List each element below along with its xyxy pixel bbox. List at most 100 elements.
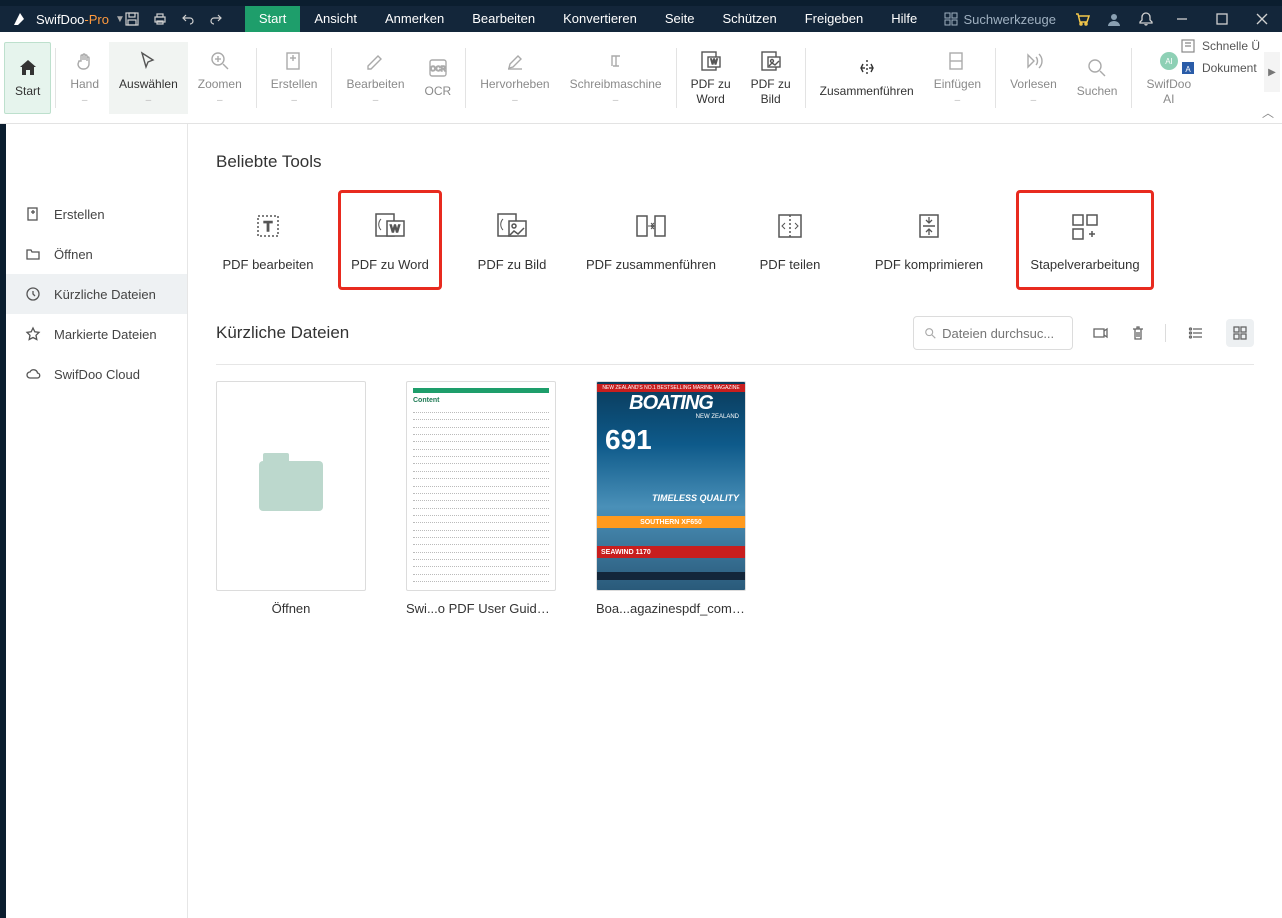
search-icon [1085, 56, 1109, 80]
ribbon-read[interactable]: Vorlesen – [1000, 42, 1067, 114]
menu-schuetzen[interactable]: Schützen [709, 6, 791, 32]
maximize-button[interactable] [1202, 6, 1242, 32]
pdf-image-tool-icon [495, 209, 529, 243]
ribbon-merge[interactable]: Zusammenführen [810, 42, 924, 114]
sidebar-marked[interactable]: Markierte Dateien [6, 314, 187, 354]
ribbon-quick[interactable]: Schnelle Ü [1180, 38, 1260, 54]
pdf-word-tool-icon: W [373, 209, 407, 243]
sidebar-cloud[interactable]: SwifDoo Cloud [6, 354, 187, 394]
print-icon[interactable] [153, 12, 181, 26]
recent-title: Kürzliche Dateien [216, 323, 349, 343]
typewriter-icon [604, 49, 628, 73]
tool-pdf-edit[interactable]: T PDF bearbeiten [216, 190, 320, 290]
search-tools-label: Suchwerkzeuge [964, 12, 1057, 27]
close-button[interactable] [1242, 6, 1282, 32]
menu-bar: Start Ansicht Anmerken Bearbeiten Konver… [245, 6, 931, 32]
clock-icon [24, 285, 42, 303]
tool-pdf-word[interactable]: W PDF zu Word [338, 190, 442, 290]
svg-text:W: W [710, 59, 717, 66]
refresh-icon[interactable] [1089, 322, 1111, 344]
tool-pdf-split[interactable]: PDF teilen [738, 190, 842, 290]
save-icon[interactable] [125, 12, 153, 26]
sidebar-label: Kürzliche Dateien [54, 287, 156, 302]
sidebar-label: Markierte Dateien [54, 327, 157, 342]
ribbon-search[interactable]: Suchen [1067, 42, 1128, 114]
ribbon-zoom[interactable]: Zoomen – [188, 42, 252, 114]
ribbon-hand[interactable]: Hand – [60, 42, 109, 114]
ribbon-typewriter[interactable]: Schreibmaschine – [560, 42, 672, 114]
magazine-thumb: NEW ZEALAND'S NO.1 BESTSELLING MARINE MA… [596, 381, 746, 591]
tool-batch[interactable]: Stapelverarbeitung [1016, 190, 1154, 290]
merge-icon [855, 56, 879, 80]
recent-search[interactable] [913, 316, 1073, 350]
title-dropdown-icon[interactable]: ▼ [115, 14, 125, 25]
redo-icon[interactable] [209, 12, 237, 26]
highlight-icon [503, 49, 527, 73]
notification-icon[interactable] [1130, 6, 1162, 32]
split-tool-icon [773, 209, 807, 243]
ribbon-scroll-right[interactable]: ▶ [1264, 52, 1280, 92]
file-guide[interactable]: Content Swi...o PDF User Guide_L.pdf [406, 381, 556, 616]
recent-search-input[interactable] [942, 326, 1062, 341]
doc-thumb: Content [406, 381, 556, 591]
edit-pdf-icon: T [251, 209, 285, 243]
edit-icon [363, 49, 387, 73]
tool-pdf-compress[interactable]: PDF komprimieren [860, 190, 998, 290]
sidebar-open[interactable]: Öffnen [6, 234, 187, 274]
svg-text:AI: AI [1165, 57, 1173, 66]
menu-ansicht[interactable]: Ansicht [300, 6, 371, 32]
folder-icon [24, 245, 42, 263]
ribbon-collapse[interactable]: ︿ [1262, 104, 1274, 121]
delete-icon[interactable] [1127, 322, 1149, 344]
ribbon-highlight[interactable]: Hervorheben – [470, 42, 559, 114]
create-icon [282, 49, 306, 73]
tools-title: Beliebte Tools [216, 152, 1254, 172]
ribbon-create[interactable]: Erstellen – [261, 42, 328, 114]
menu-freigeben[interactable]: Freigeben [791, 6, 878, 32]
batch-tool-icon [1068, 209, 1102, 243]
ai-icon: AI [1157, 49, 1181, 73]
sidebar-recent[interactable]: Kürzliche Dateien [6, 274, 187, 314]
cloud-icon [24, 365, 42, 383]
sidebar-create[interactable]: Erstellen [6, 194, 187, 234]
ribbon-select[interactable]: Auswählen – [109, 42, 188, 114]
search-icon [924, 326, 936, 340]
ribbon: Start Hand – Auswählen – Zoomen – Erstel… [0, 32, 1282, 124]
menu-bearbeiten[interactable]: Bearbeiten [458, 6, 549, 32]
tool-pdf-merge[interactable]: PDF zusammenführen [582, 190, 720, 290]
ribbon-start[interactable]: Start [4, 42, 51, 114]
menu-konvertieren[interactable]: Konvertieren [549, 6, 651, 32]
app-title: SwifDoo-Pro [36, 12, 109, 27]
cart-icon[interactable] [1066, 6, 1098, 32]
view-grid-icon[interactable] [1226, 319, 1254, 347]
tool-pdf-image[interactable]: PDF zu Bild [460, 190, 564, 290]
app-logo-icon [10, 9, 30, 29]
file-magazine[interactable]: NEW ZEALAND'S NO.1 BESTSELLING MARINE MA… [596, 381, 746, 616]
view-list-icon[interactable] [1182, 319, 1210, 347]
ribbon-pdf-image[interactable]: PDF zu Bild [741, 42, 801, 114]
svg-text:A: A [1185, 65, 1191, 74]
ribbon-pdf-word[interactable]: W PDF zu Word [681, 42, 741, 114]
ribbon-document[interactable]: A Dokument [1180, 60, 1260, 76]
sidebar-label: SwifDoo Cloud [54, 367, 140, 382]
file-open[interactable]: Öffnen [216, 381, 366, 616]
pdf-image-icon [759, 49, 783, 73]
ribbon-ocr[interactable]: OCR OCR [415, 42, 462, 114]
ribbon-edit[interactable]: Bearbeiten – [336, 42, 414, 114]
menu-start[interactable]: Start [245, 6, 300, 32]
ribbon-insert[interactable]: Einfügen – [924, 42, 991, 114]
sidebar: Erstellen Öffnen Kürzliche Dateien Marki… [6, 124, 188, 918]
sidebar-label: Erstellen [54, 207, 105, 222]
menu-seite[interactable]: Seite [651, 6, 709, 32]
open-folder-thumb [216, 381, 366, 591]
menu-anmerken[interactable]: Anmerken [371, 6, 458, 32]
search-tools[interactable]: Suchwerkzeuge [934, 12, 1067, 27]
user-icon[interactable] [1098, 6, 1130, 32]
menu-hilfe[interactable]: Hilfe [877, 6, 931, 32]
minimize-button[interactable] [1162, 6, 1202, 32]
merge-tool-icon [634, 209, 668, 243]
main-content: Beliebte Tools T PDF bearbeiten W PDF zu… [188, 124, 1282, 918]
undo-icon[interactable] [181, 12, 209, 26]
svg-text:W: W [390, 224, 400, 235]
svg-text:T: T [264, 218, 273, 234]
